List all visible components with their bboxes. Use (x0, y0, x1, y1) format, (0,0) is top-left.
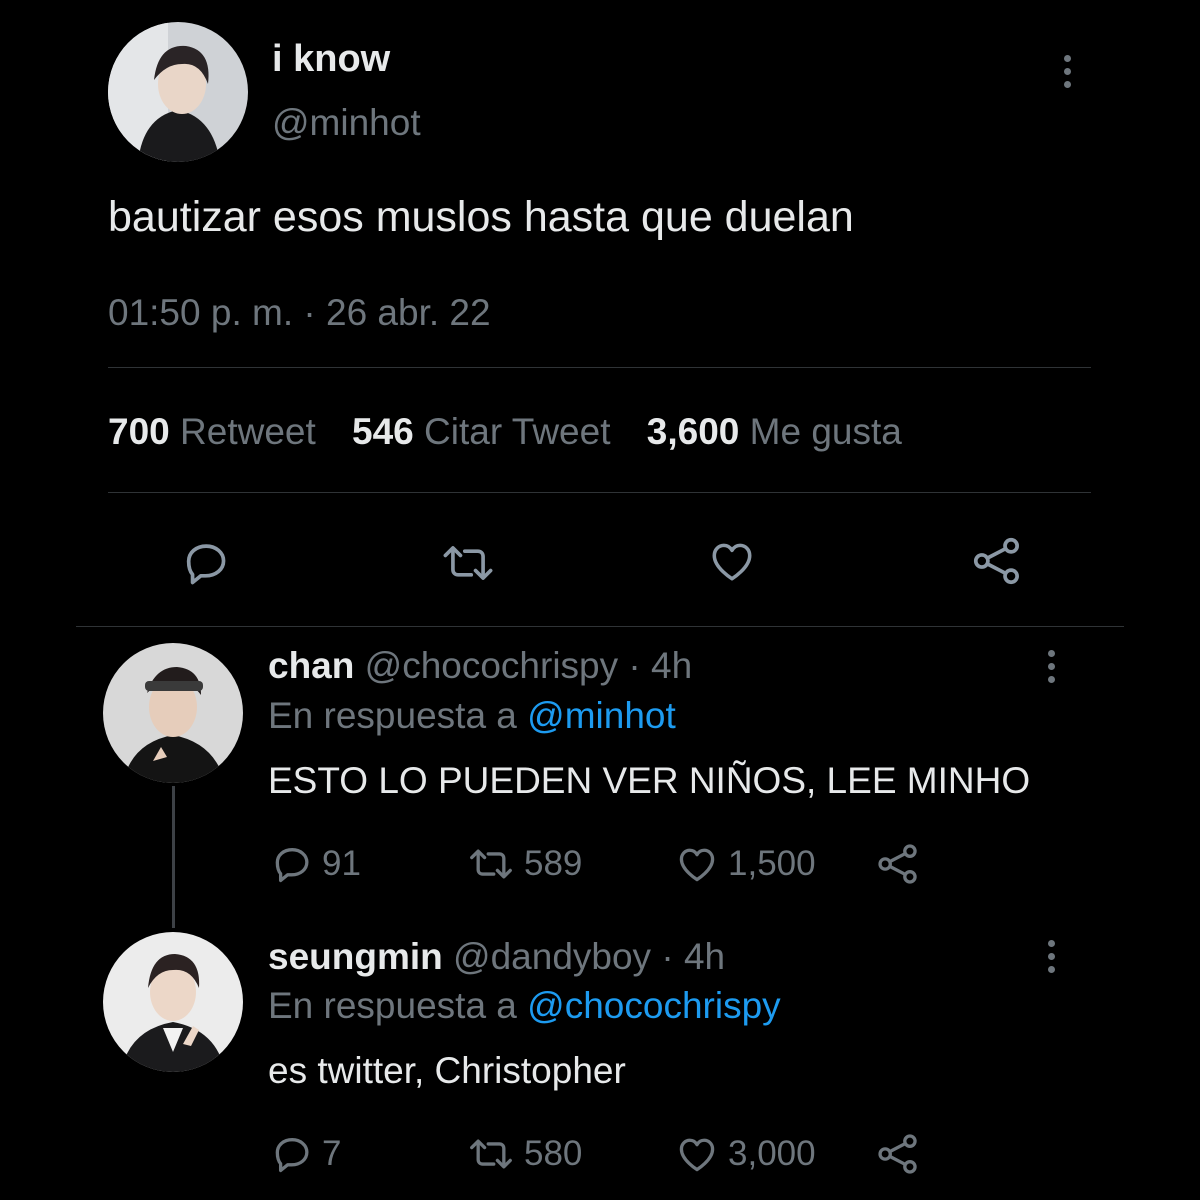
more-options-icon[interactable] (1046, 650, 1056, 683)
reply-icon[interactable] (180, 537, 232, 589)
retweet-action[interactable]: 580 (466, 1132, 582, 1176)
tweet-text: bautizar esos muslos hasta que duelan (108, 193, 854, 241)
like-count: 1,500 (728, 844, 816, 883)
display-name[interactable]: chan (268, 645, 354, 686)
divider (108, 492, 1091, 493)
tweet-stats: 700 Retweet 546 Citar Tweet 3,600 Me gus… (108, 411, 902, 453)
avatar[interactable] (103, 932, 243, 1072)
reply-prefix: En respuesta a (268, 695, 517, 736)
like-icon (679, 1138, 715, 1172)
retweet-count: 589 (524, 844, 583, 883)
share-icon[interactable] (970, 535, 1024, 587)
reply-header: chan @chocochrispy · 4h (268, 645, 692, 687)
separator: · (303, 292, 316, 333)
retweets-count: 700 (108, 411, 170, 452)
avatar[interactable] (108, 22, 248, 162)
tweet-date[interactable]: 26 abr. 22 (326, 292, 491, 333)
timestamp: 01:50 p. m. · 26 abr. 22 (108, 292, 491, 334)
tweet-text: ESTO LO PUEDEN VER NIÑOS, LEE MINHO (268, 760, 1031, 801)
share-action[interactable] (876, 842, 920, 886)
avatar[interactable] (103, 643, 243, 783)
handle[interactable]: @minhot (272, 102, 421, 144)
tweet-text: es twitter, Christopher (268, 1050, 626, 1091)
reply-action[interactable]: 91 (270, 842, 361, 886)
tweet-age[interactable]: · 4h (661, 936, 725, 977)
retweets-stat[interactable]: 700 Retweet (108, 411, 326, 452)
retweet-action[interactable]: 589 (466, 842, 582, 886)
handle[interactable]: @dandyboy (453, 936, 651, 977)
share-action[interactable] (876, 1132, 920, 1176)
display-name[interactable]: seungmin (268, 936, 443, 977)
like-action[interactable]: 1,500 (674, 842, 816, 886)
like-icon (679, 848, 715, 882)
retweet-icon (470, 1139, 512, 1169)
share-icon (878, 844, 917, 884)
more-options-icon[interactable] (1046, 940, 1056, 973)
thread-line (172, 786, 175, 928)
reply-count: 91 (322, 844, 361, 883)
likes-count: 3,600 (646, 411, 740, 452)
more-options-icon[interactable] (1062, 55, 1072, 88)
quotes-stat[interactable]: 546 Citar Tweet (352, 411, 621, 452)
display-name[interactable]: i know (272, 38, 390, 81)
reply-header: seungmin @dandyboy · 4h (268, 936, 725, 978)
likes-label: Me gusta (749, 411, 902, 452)
retweet-icon (470, 849, 512, 879)
divider (108, 367, 1091, 368)
retweets-label: Retweet (180, 411, 316, 452)
reply-icon (275, 848, 309, 883)
retweet-icon[interactable] (440, 537, 496, 589)
reply-prefix: En respuesta a (268, 985, 517, 1026)
quotes-label: Citar Tweet (424, 411, 611, 452)
tweet-time[interactable]: 01:50 p. m. (108, 292, 293, 333)
likes-stat[interactable]: 3,600 Me gusta (647, 411, 902, 452)
like-action[interactable]: 3,000 (674, 1132, 816, 1176)
reply-context: En respuesta a @chocochrispy (268, 985, 781, 1027)
handle[interactable]: @chocochrispy (365, 645, 619, 686)
mention-link[interactable]: @minhot (527, 695, 676, 736)
reply-count: 7 (322, 1134, 342, 1173)
share-icon (878, 1134, 917, 1174)
like-count: 3,000 (728, 1134, 816, 1173)
retweet-count: 580 (524, 1134, 583, 1173)
like-icon[interactable] (706, 536, 758, 586)
mention-link[interactable]: @chocochrispy (527, 985, 781, 1026)
reply-icon (275, 1138, 309, 1173)
divider (76, 626, 1124, 627)
quotes-count: 546 (352, 411, 414, 452)
reply-context: En respuesta a @minhot (268, 695, 676, 737)
reply-action[interactable]: 7 (270, 1132, 341, 1176)
tweet-age[interactable]: · 4h (628, 645, 692, 686)
